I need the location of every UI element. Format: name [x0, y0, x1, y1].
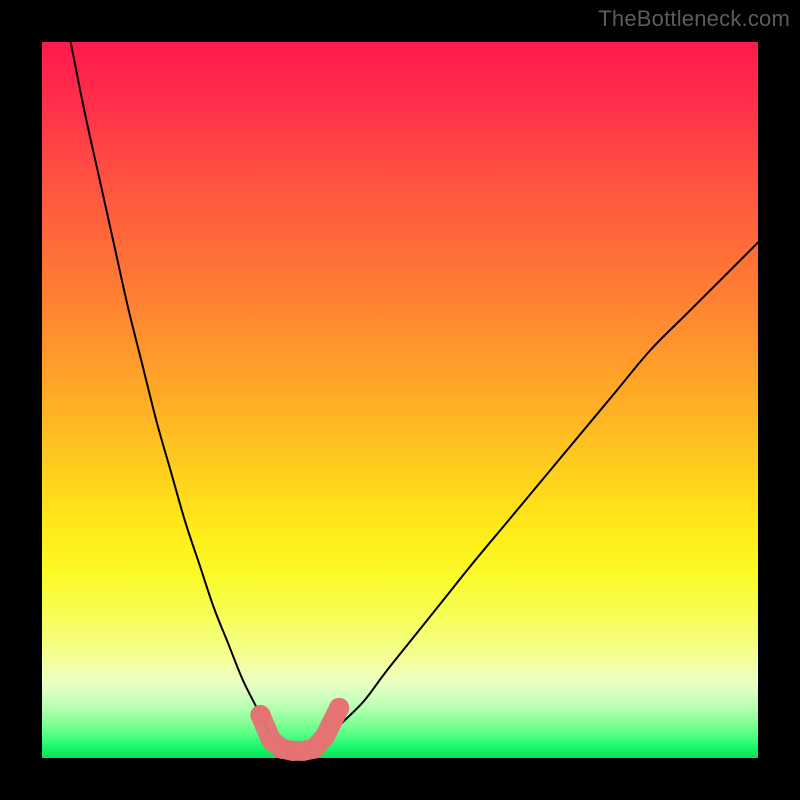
marker-dot	[329, 698, 349, 718]
chart-frame: TheBottleneck.com	[0, 0, 800, 800]
series-right-branch	[314, 242, 758, 743]
series-left-branch	[71, 42, 279, 744]
plot-area	[42, 42, 758, 758]
series-group	[71, 42, 758, 752]
watermark-text: TheBottleneck.com	[598, 6, 790, 32]
marker-group	[250, 698, 349, 761]
chart-svg	[42, 42, 758, 758]
marker-dot	[250, 705, 270, 725]
